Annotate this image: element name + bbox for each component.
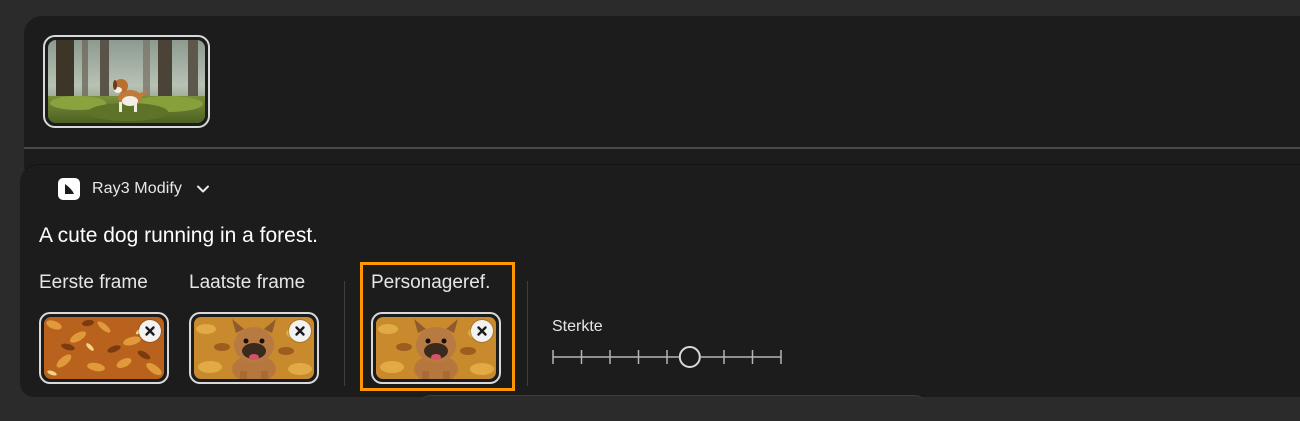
model-name: Ray3 Modify [92,180,183,197]
model-selector[interactable]: Ray3 Modify [58,177,212,201]
strength-label: Sterkte [552,318,603,335]
top-bar [0,0,1300,16]
character-ref-label: Personageref. [371,272,491,293]
app-window: Ray3 Modify A cute dog running in a fore… [0,0,1300,421]
remove-first-frame-button[interactable] [139,320,161,342]
close-icon [295,326,305,336]
first-frame-label: Eerste frame [39,272,148,293]
first-frame-thumbnail[interactable] [39,312,169,384]
character-ref-thumbnail[interactable] [371,312,501,384]
close-icon [145,326,155,336]
remove-character-ref-button[interactable] [471,320,493,342]
slider-knob[interactable] [678,346,701,368]
close-icon [477,326,487,336]
generated-media-panel [24,16,1300,147]
strength-separator [527,281,528,386]
last-frame-thumbnail[interactable] [189,312,319,384]
chevron-down-icon[interactable] [194,180,212,198]
panel-bottom-right [925,366,1300,397]
luma-logo-icon [58,178,80,200]
bottom-tab [420,395,925,406]
strength-slider-track [552,346,782,368]
strength-slider[interactable] [550,344,785,370]
forest-dog-image [48,40,205,123]
frames-separator [344,281,345,386]
generated-video-thumbnail[interactable] [43,35,210,128]
prompt-text[interactable]: A cute dog running in a forest. [39,224,318,248]
last-frame-label: Laatste frame [189,272,306,293]
remove-last-frame-button[interactable] [289,320,311,342]
